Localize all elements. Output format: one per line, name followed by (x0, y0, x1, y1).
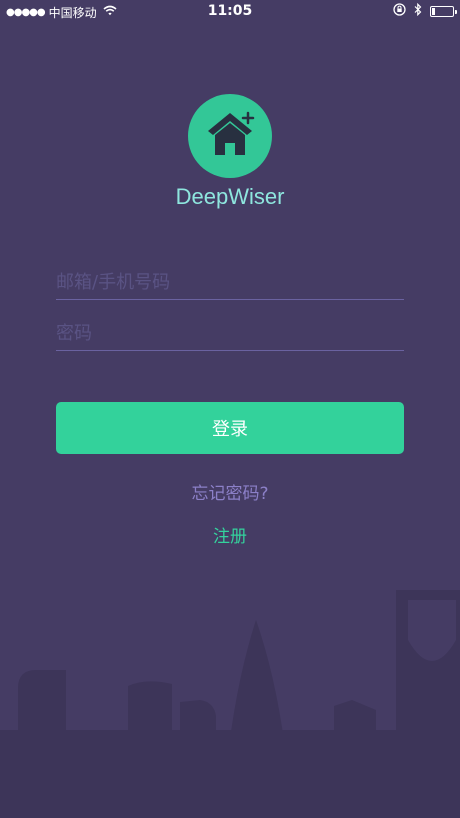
house-plus-icon (208, 111, 255, 155)
password-input[interactable] (56, 320, 404, 346)
email-field (56, 263, 404, 300)
email-input[interactable] (56, 269, 404, 295)
status-right (393, 2, 457, 20)
app-name: DeepWiser (175, 184, 285, 209)
orientation-lock-icon (393, 3, 406, 20)
status-time: 11:05 (207, 3, 253, 19)
bluetooth-icon (414, 2, 422, 20)
city-skyline-illustration (0, 590, 460, 818)
app-logo (188, 94, 272, 178)
status-bar: ●●●●● 中国移动 11:05 (0, 0, 460, 24)
password-field (56, 314, 404, 351)
battery-icon (430, 6, 457, 17)
battery-level (432, 8, 435, 15)
battery-tip (455, 10, 457, 14)
forgot-password-link[interactable]: 忘记密码? (0, 479, 460, 504)
register-link[interactable]: 注册 (0, 522, 460, 547)
login-button[interactable]: 登录 (56, 402, 404, 454)
